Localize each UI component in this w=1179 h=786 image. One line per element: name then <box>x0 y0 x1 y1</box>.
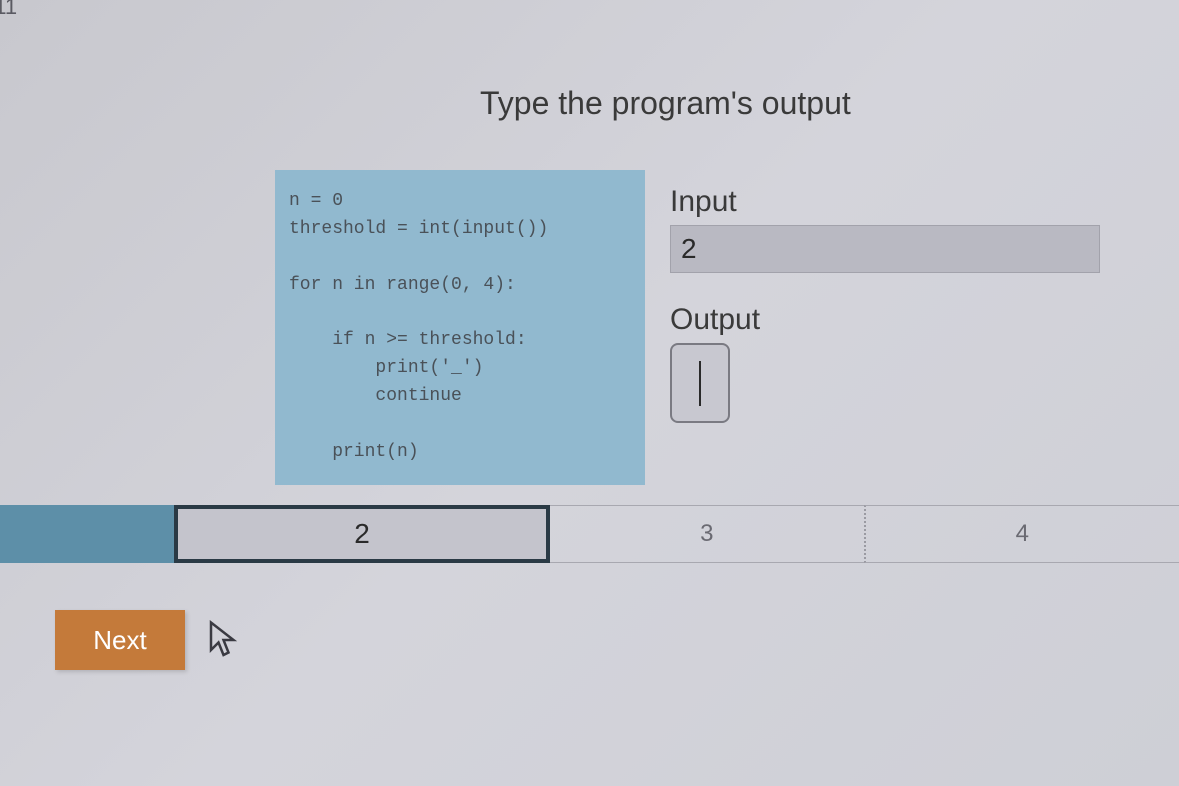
code-block: n = 0 threshold = int(input()) for n in … <box>275 170 645 485</box>
input-field[interactable] <box>670 225 1100 273</box>
progress-completed <box>0 505 174 563</box>
cursor-icon <box>205 620 237 660</box>
text-cursor <box>699 361 701 406</box>
output-label: Output <box>670 303 1100 337</box>
page-title: Type the program's output <box>480 85 851 122</box>
io-panel: Input Output <box>670 185 1100 423</box>
input-label: Input <box>670 185 1100 219</box>
next-button[interactable]: Next <box>55 610 185 670</box>
progress-step-4[interactable]: 4 <box>864 505 1179 563</box>
progress-bar: 2 3 4 <box>0 505 1179 563</box>
progress-step-3[interactable]: 3 <box>550 505 864 563</box>
output-field[interactable] <box>670 343 730 423</box>
corner-label: 311 <box>0 0 17 20</box>
progress-current-step[interactable]: 2 <box>174 505 550 563</box>
